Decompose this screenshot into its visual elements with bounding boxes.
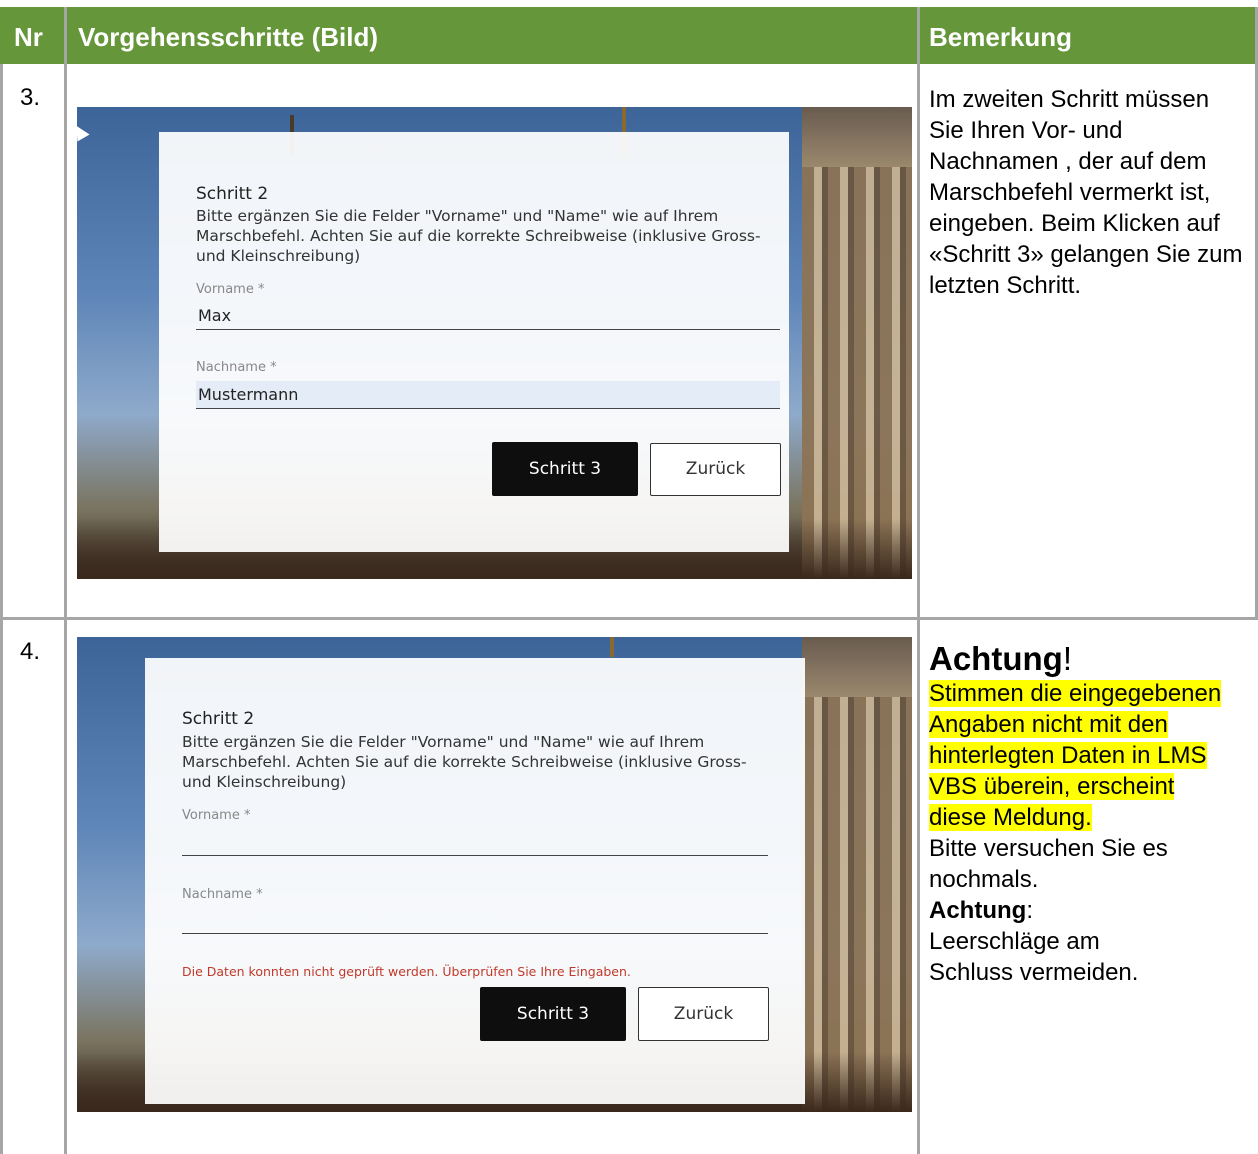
- dialog-instruction: Bitte ergänzen Sie die Felder "Vorname" …: [182, 733, 747, 791]
- dialog-instruction: Bitte ergänzen Sie die Felder "Vorname" …: [196, 207, 761, 265]
- remark-text: Im zweiten Schritt müssen Sie Ihren Vor-…: [929, 86, 1243, 299]
- row-separator: [0, 617, 1258, 620]
- screenshot-step-2: Schritt 2 Bitte ergänzen Sie die Felder …: [77, 107, 912, 579]
- warning-highlight-block: Stimmen die eingegebenen Angaben nicht m…: [929, 678, 1229, 833]
- lastname-input[interactable]: [196, 381, 780, 409]
- screenshot-step-2-error: Schritt 2 Bitte ergänzen Sie die Felder …: [77, 637, 912, 1112]
- dialog-title: Schritt 2: [196, 184, 269, 204]
- dialog-title: Schritt 2: [182, 709, 255, 729]
- note-label: Achtung: [929, 897, 1027, 924]
- warning-heading: Achtung!: [929, 640, 1249, 678]
- highlighted-warning: Stimmen die eingegebenen Angaben nicht m…: [929, 680, 1222, 831]
- note-text: Leerschläge am Schluss vermeiden.: [929, 928, 1139, 986]
- warning-heading-text: Achtung: [929, 640, 1063, 677]
- firstname-input[interactable]: [196, 302, 780, 330]
- next-step-button[interactable]: Schritt 3: [492, 442, 638, 496]
- step-dialog: Schritt 2 Bitte ergänzen Sie die Felder …: [145, 658, 805, 1104]
- grid-line: [0, 64, 3, 1154]
- warning-remark: Achtung! Stimmen die eingegebenen Angabe…: [929, 640, 1249, 988]
- building-facade: [802, 107, 912, 579]
- firstname-label: Vorname *: [182, 808, 251, 823]
- note-line: Achtung:: [929, 895, 1249, 926]
- step-dialog: Schritt 2 Bitte ergänzen Sie die Felder …: [159, 132, 789, 552]
- building-facade: [802, 637, 912, 1112]
- error-message: Die Daten konnten nicht geprüft werden. …: [182, 964, 631, 979]
- mouse-cursor-icon: [77, 122, 90, 142]
- firstname-label: Vorname *: [196, 282, 265, 297]
- note-suffix: :: [1026, 897, 1033, 924]
- header-nr: Nr: [14, 22, 43, 52]
- lastname-label: Nachname *: [196, 360, 277, 375]
- retry-text: Bitte versuchen Sie es nochmals.: [929, 835, 1168, 893]
- back-button[interactable]: Zurück: [638, 987, 769, 1041]
- spire: [610, 637, 614, 657]
- grid-line: [64, 7, 67, 1154]
- header-steps: Vorgehensschritte (Bild): [78, 22, 379, 52]
- lastname-label: Nachname *: [182, 887, 263, 902]
- firstname-input[interactable]: [182, 826, 768, 856]
- row-number: 3.: [20, 84, 41, 111]
- next-step-button[interactable]: Schritt 3: [480, 987, 626, 1041]
- row-number: 4.: [20, 638, 41, 665]
- back-button[interactable]: Zurück: [650, 443, 781, 496]
- grid-line: [917, 7, 920, 1154]
- warning-heading-suffix: !: [1062, 640, 1072, 677]
- header-remark: Bemerkung: [929, 22, 1073, 52]
- lastname-input[interactable]: [182, 904, 768, 934]
